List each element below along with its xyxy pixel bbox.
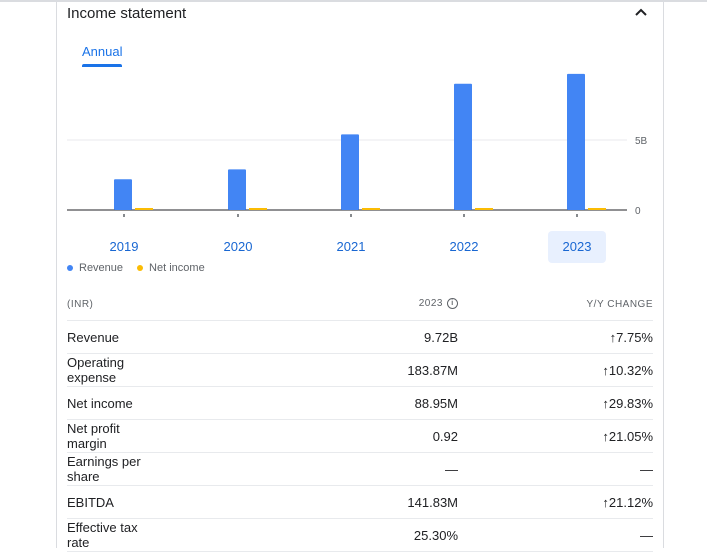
net-income-bar-2020[interactable] bbox=[249, 208, 267, 210]
row-label: Operating expense bbox=[67, 353, 158, 387]
row-value: 0.92 bbox=[158, 419, 458, 453]
legend-net-income: Net income bbox=[137, 262, 205, 274]
row-change: ↑21.05% bbox=[458, 419, 653, 453]
header-year-label: 2023 bbox=[418, 298, 443, 310]
row-change: ↑10.32% bbox=[458, 353, 653, 387]
revenue-dot-icon bbox=[67, 265, 73, 271]
change-value: 21.05% bbox=[608, 428, 653, 444]
chevron-up-icon[interactable] bbox=[631, 2, 651, 22]
row-change: ↑7.75% bbox=[458, 320, 653, 354]
revenue-bar-2023[interactable] bbox=[567, 73, 585, 210]
table-row: EBITDA 141.83M ↑21.12% bbox=[67, 485, 653, 519]
year-tab-2020[interactable]: 2020 bbox=[209, 231, 267, 263]
change-value: 7.75% bbox=[616, 329, 653, 345]
net-income-bar-2019[interactable] bbox=[135, 208, 153, 210]
header-currency: (INR) bbox=[67, 288, 158, 321]
year-tab-2021[interactable]: 2021 bbox=[322, 231, 380, 263]
row-change: — bbox=[458, 452, 653, 486]
row-change: ↑21.12% bbox=[458, 485, 653, 519]
revenue-bar-2019[interactable] bbox=[114, 179, 132, 210]
change-value: 29.83% bbox=[608, 395, 653, 411]
legend-revenue: Revenue bbox=[67, 262, 123, 274]
revenue-bar-2020[interactable] bbox=[228, 169, 246, 210]
row-label: Effective tax rate bbox=[67, 518, 158, 552]
year-tab-2019[interactable]: 2019 bbox=[95, 231, 153, 263]
net-income-bar-2021[interactable] bbox=[362, 208, 380, 210]
row-value: — bbox=[158, 452, 458, 486]
row-label: Revenue bbox=[67, 320, 158, 354]
info-icon[interactable]: i bbox=[447, 298, 458, 310]
card-title: Income statement bbox=[67, 5, 187, 22]
row-value: 183.87M bbox=[158, 353, 458, 387]
net-income-bar-2023[interactable] bbox=[588, 208, 606, 210]
y-tick-label: 0 bbox=[635, 206, 641, 217]
legend-revenue-label: Revenue bbox=[79, 262, 124, 274]
table-row: Operating expense 183.87M ↑10.32% bbox=[67, 353, 653, 387]
revenue-bar-2021[interactable] bbox=[341, 134, 359, 210]
row-change: ↑29.83% bbox=[458, 386, 653, 420]
row-label: EBITDA bbox=[67, 485, 158, 519]
change-value: 21.12% bbox=[608, 494, 653, 510]
year-tab-2022[interactable]: 2022 bbox=[435, 231, 493, 263]
row-value: 9.72B bbox=[158, 320, 458, 354]
row-label: Net profit margin bbox=[67, 419, 158, 453]
chart-canvas: 5B 0 bbox=[67, 73, 648, 217]
net-income-dot-icon bbox=[137, 265, 144, 271]
net-income-bar-2022[interactable] bbox=[475, 208, 493, 210]
row-value: 88.95M bbox=[158, 386, 458, 420]
income-statement-card: Income statement Annual 5B 0 2019 2020 2021… bbox=[56, 0, 664, 552]
revenue-bar-2022[interactable] bbox=[454, 83, 472, 210]
table-row: Effective tax rate 25.30% — bbox=[67, 518, 653, 552]
table-row: Earnings per share — — bbox=[67, 452, 653, 486]
row-label: Earnings per share bbox=[67, 452, 158, 486]
table-row: Revenue 9.72B ↑7.75% bbox=[67, 320, 653, 354]
row-value: 141.83M bbox=[158, 485, 458, 519]
tab-annual[interactable]: Annual bbox=[82, 44, 122, 59]
row-value: 25.30% bbox=[158, 518, 458, 552]
tab-annual-indicator bbox=[82, 64, 122, 67]
table-row: Net income 88.95M ↑29.83% bbox=[67, 386, 653, 420]
y-tick-label: 5B bbox=[635, 136, 648, 147]
header-change: Y/Y CHANGE bbox=[458, 288, 653, 321]
change-value: 10.32% bbox=[608, 362, 653, 378]
table-row: Net profit margin 0.92 ↑21.05% bbox=[67, 419, 653, 453]
row-label: Net income bbox=[67, 386, 158, 420]
income-chart: 5B 0 2019 2020 2021 2022 2023 bbox=[57, 70, 663, 263]
income-table: (INR) 2023 i Y/Y CHANGE Revenue 9.72B ↑7.75… bbox=[67, 288, 653, 552]
legend-net-income-label: Net income bbox=[149, 262, 205, 274]
chart-legend: Revenue Net income bbox=[67, 262, 219, 274]
year-tab-2023[interactable]: 2023 bbox=[548, 231, 606, 263]
header-year: 2023 i bbox=[158, 288, 458, 321]
row-change: — bbox=[458, 518, 653, 552]
table-header-row: (INR) 2023 i Y/Y CHANGE bbox=[67, 288, 653, 321]
